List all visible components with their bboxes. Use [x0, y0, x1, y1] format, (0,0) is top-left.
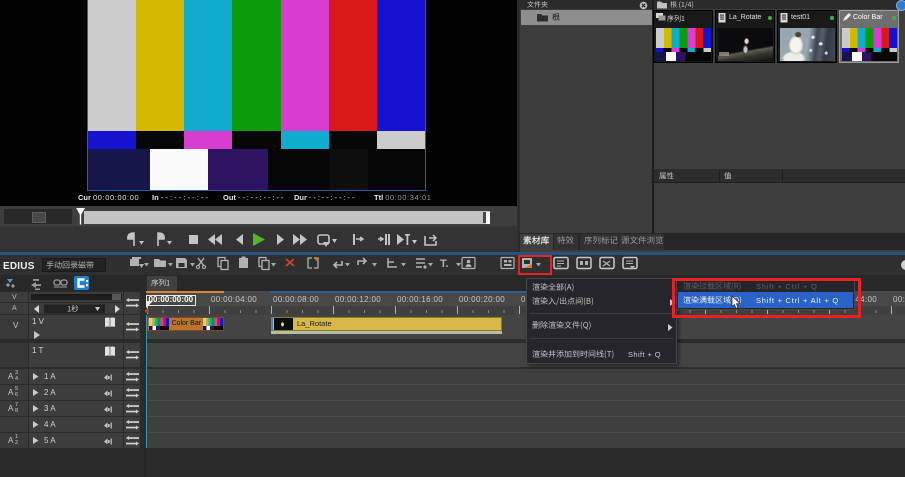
- svg-text:T.: T.: [440, 258, 449, 270]
